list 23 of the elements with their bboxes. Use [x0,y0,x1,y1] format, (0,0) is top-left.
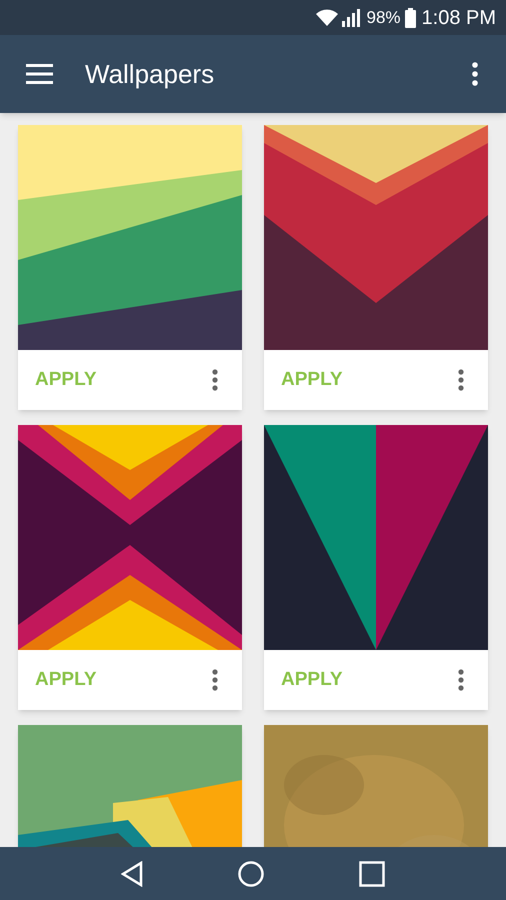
apply-button[interactable]: APPLY [35,366,97,394]
apply-button[interactable]: APPLY [281,666,343,694]
back-icon[interactable] [121,860,143,886]
more-options-icon[interactable] [458,369,464,391]
clock-time: 1:08 PM [422,6,496,30]
wallpaper-card[interactable]: APPLY [18,125,242,410]
wallpaper-card[interactable]: APPLY [264,125,488,410]
wallpaper-card[interactable]: APPLY [18,425,242,710]
battery-icon [404,8,416,28]
more-options-icon[interactable] [212,369,218,391]
wifi-icon [316,9,338,26]
app-title: Wallpapers [85,58,214,90]
apply-button[interactable]: APPLY [35,666,97,694]
wallpaper-card[interactable]: APPLY [264,425,488,710]
more-options-icon[interactable] [472,62,478,86]
apply-button[interactable]: APPLY [281,366,343,394]
more-options-icon[interactable] [212,669,218,691]
more-options-icon[interactable] [458,669,464,691]
home-icon[interactable] [238,860,264,886]
signal-icon [342,8,362,26]
battery-percent: 98% [366,6,401,29]
recents-icon[interactable] [359,860,385,886]
menu-icon[interactable] [26,64,53,84]
